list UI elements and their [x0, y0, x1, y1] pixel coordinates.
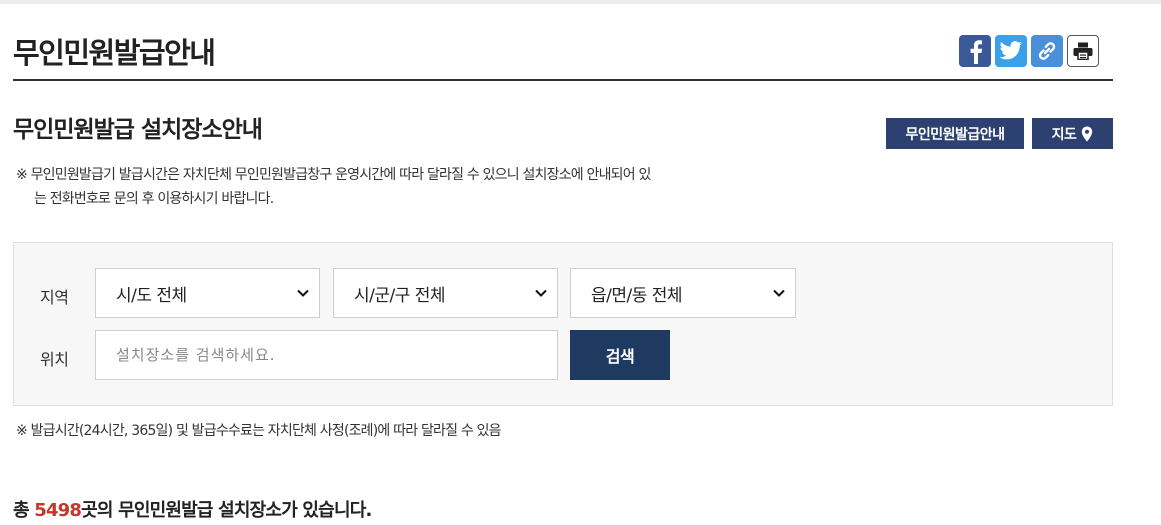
title-divider: [13, 79, 1113, 81]
map-pin-icon: [1082, 126, 1093, 141]
sido-select-value: 시/도 전체: [116, 285, 187, 306]
link-icon: [1038, 42, 1056, 60]
fee-notice: ※ 발급시간(24시간, 365일) 및 발급수수료는 자치단체 사정(조례)에…: [16, 423, 502, 439]
usage-notice-line2: 는 전화번호로 문의 후 이용하시기 바랍니다.: [34, 191, 274, 207]
share-toolbar: [959, 35, 1099, 67]
top-border: [0, 0, 1161, 4]
usage-notice: ※ 무인민원발급기 발급시간은 자치단체 무인민원발급창구 운영시간에 따라 달…: [16, 163, 736, 211]
twitter-icon: [999, 41, 1022, 60]
region-label: 지역: [40, 288, 69, 307]
chevron-down-icon: [773, 289, 785, 297]
sigungu-select-value: 시/군/구 전체: [354, 285, 446, 306]
map-button[interactable]: 지도: [1032, 118, 1113, 149]
chevron-down-icon: [535, 289, 547, 297]
usage-notice-line1: ※ 무인민원발급기 발급시간은 자치단체 무인민원발급창구 운영시간에 따라 달…: [16, 167, 651, 183]
search-panel: 지역 시/도 전체 시/군/구 전체 읍/면/동 전체 위치 검색: [13, 242, 1113, 406]
chevron-down-icon: [297, 289, 309, 297]
total-suffix: 곳의 무인민원발급 설치장소가 있습니다.: [81, 500, 372, 521]
sigungu-select[interactable]: 시/군/구 전체: [333, 268, 558, 318]
twitter-share-button[interactable]: [995, 35, 1027, 67]
sido-select[interactable]: 시/도 전체: [95, 268, 320, 318]
total-summary: 총 5498곳의 무인민원발급 설치장소가 있습니다.: [13, 496, 372, 522]
total-prefix: 총: [13, 500, 35, 521]
map-button-label: 지도: [1051, 125, 1077, 142]
location-label: 위치: [40, 350, 69, 369]
total-count: 5498: [34, 500, 82, 521]
section-title: 무인민원발급 설치장소안내: [13, 117, 263, 143]
location-search-input[interactable]: [95, 330, 558, 380]
facebook-share-button[interactable]: [959, 35, 991, 67]
link-share-button[interactable]: [1031, 35, 1063, 67]
print-icon: [1073, 42, 1093, 60]
eupmyeondong-select-value: 읍/면/동 전체: [591, 285, 683, 306]
guide-button[interactable]: 무인민원발급안내: [886, 118, 1024, 149]
page-title: 무인민원발급안내: [13, 36, 216, 70]
eupmyeondong-select[interactable]: 읍/면/동 전체: [570, 268, 796, 318]
search-button[interactable]: 검색: [570, 330, 670, 380]
print-button[interactable]: [1067, 35, 1099, 67]
facebook-icon: [970, 40, 983, 64]
